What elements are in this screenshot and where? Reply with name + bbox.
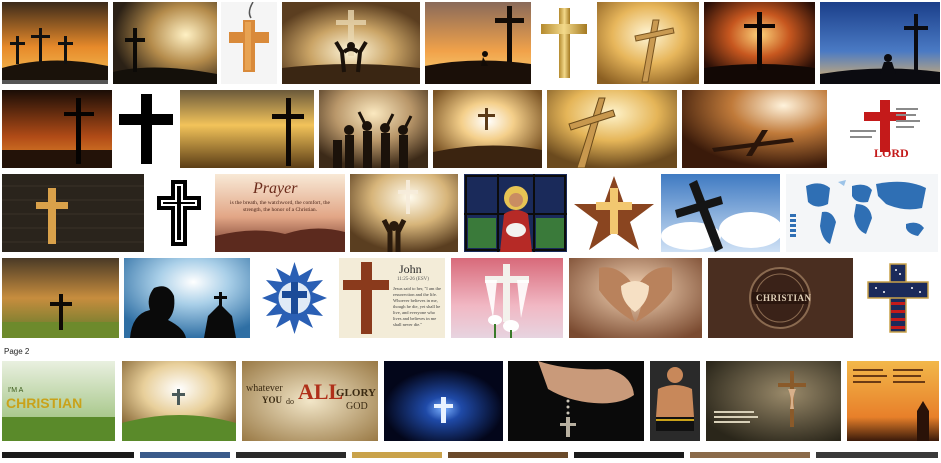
image-result[interactable] xyxy=(682,90,827,168)
image-result[interactable] xyxy=(2,2,108,84)
next-row-partial xyxy=(0,445,941,458)
image-result[interactable] xyxy=(536,2,592,84)
image-result[interactable] xyxy=(451,258,563,338)
image-result[interactable] xyxy=(433,90,542,168)
image-result[interactable] xyxy=(350,174,458,252)
image-result[interactable] xyxy=(569,258,702,338)
image-result[interactable] xyxy=(151,174,208,252)
image-result[interactable] xyxy=(661,174,780,252)
image-result[interactable] xyxy=(820,2,940,84)
image-result[interactable] xyxy=(117,90,175,168)
result-row-1 xyxy=(0,2,941,84)
result-row-4: John 11:25-26 (ESV) Jesus said to her, "… xyxy=(0,258,941,338)
image-result[interactable] xyxy=(384,361,503,441)
image-result[interactable] xyxy=(122,361,236,441)
image-result[interactable] xyxy=(113,2,217,84)
image-result[interactable] xyxy=(425,2,531,84)
image-result[interactable] xyxy=(464,174,567,252)
image-result[interactable]: John 11:25-26 (ESV) Jesus said to her, "… xyxy=(339,258,445,338)
image-result[interactable] xyxy=(847,361,939,441)
image-result[interactable] xyxy=(319,90,428,168)
image-result[interactable] xyxy=(786,174,938,252)
page-label: Page 2 xyxy=(4,347,30,356)
image-result[interactable] xyxy=(650,361,700,441)
image-result[interactable]: CHRISTIAN xyxy=(708,258,853,338)
image-result[interactable] xyxy=(508,361,644,441)
image-result[interactable]: whatever YOU do ALL GLORY GOD xyxy=(242,361,378,441)
image-result[interactable] xyxy=(597,2,699,84)
image-result[interactable] xyxy=(124,258,250,338)
image-result[interactable] xyxy=(255,258,334,338)
result-row-3: Prayer is the breath, the watchword, the… xyxy=(0,174,941,252)
result-row-2: LORD xyxy=(0,90,941,168)
image-result[interactable] xyxy=(706,361,841,441)
image-result[interactable] xyxy=(2,90,112,168)
image-result[interactable] xyxy=(282,2,420,84)
image-result[interactable] xyxy=(572,174,656,252)
image-result[interactable] xyxy=(704,2,815,84)
image-result[interactable]: LORD xyxy=(832,90,938,168)
image-result[interactable]: Prayer is the breath, the watchword, the… xyxy=(215,174,345,252)
result-row-5: I'M A CHRISTIAN whatever YOU do ALL GLOR… xyxy=(0,361,941,441)
image-result[interactable] xyxy=(858,258,938,338)
image-result[interactable] xyxy=(2,258,119,338)
image-result[interactable] xyxy=(2,174,144,252)
image-result[interactable] xyxy=(547,90,677,168)
image-result[interactable]: I'M A CHRISTIAN xyxy=(2,361,115,441)
image-result[interactable] xyxy=(180,90,314,168)
image-result[interactable] xyxy=(221,2,277,84)
